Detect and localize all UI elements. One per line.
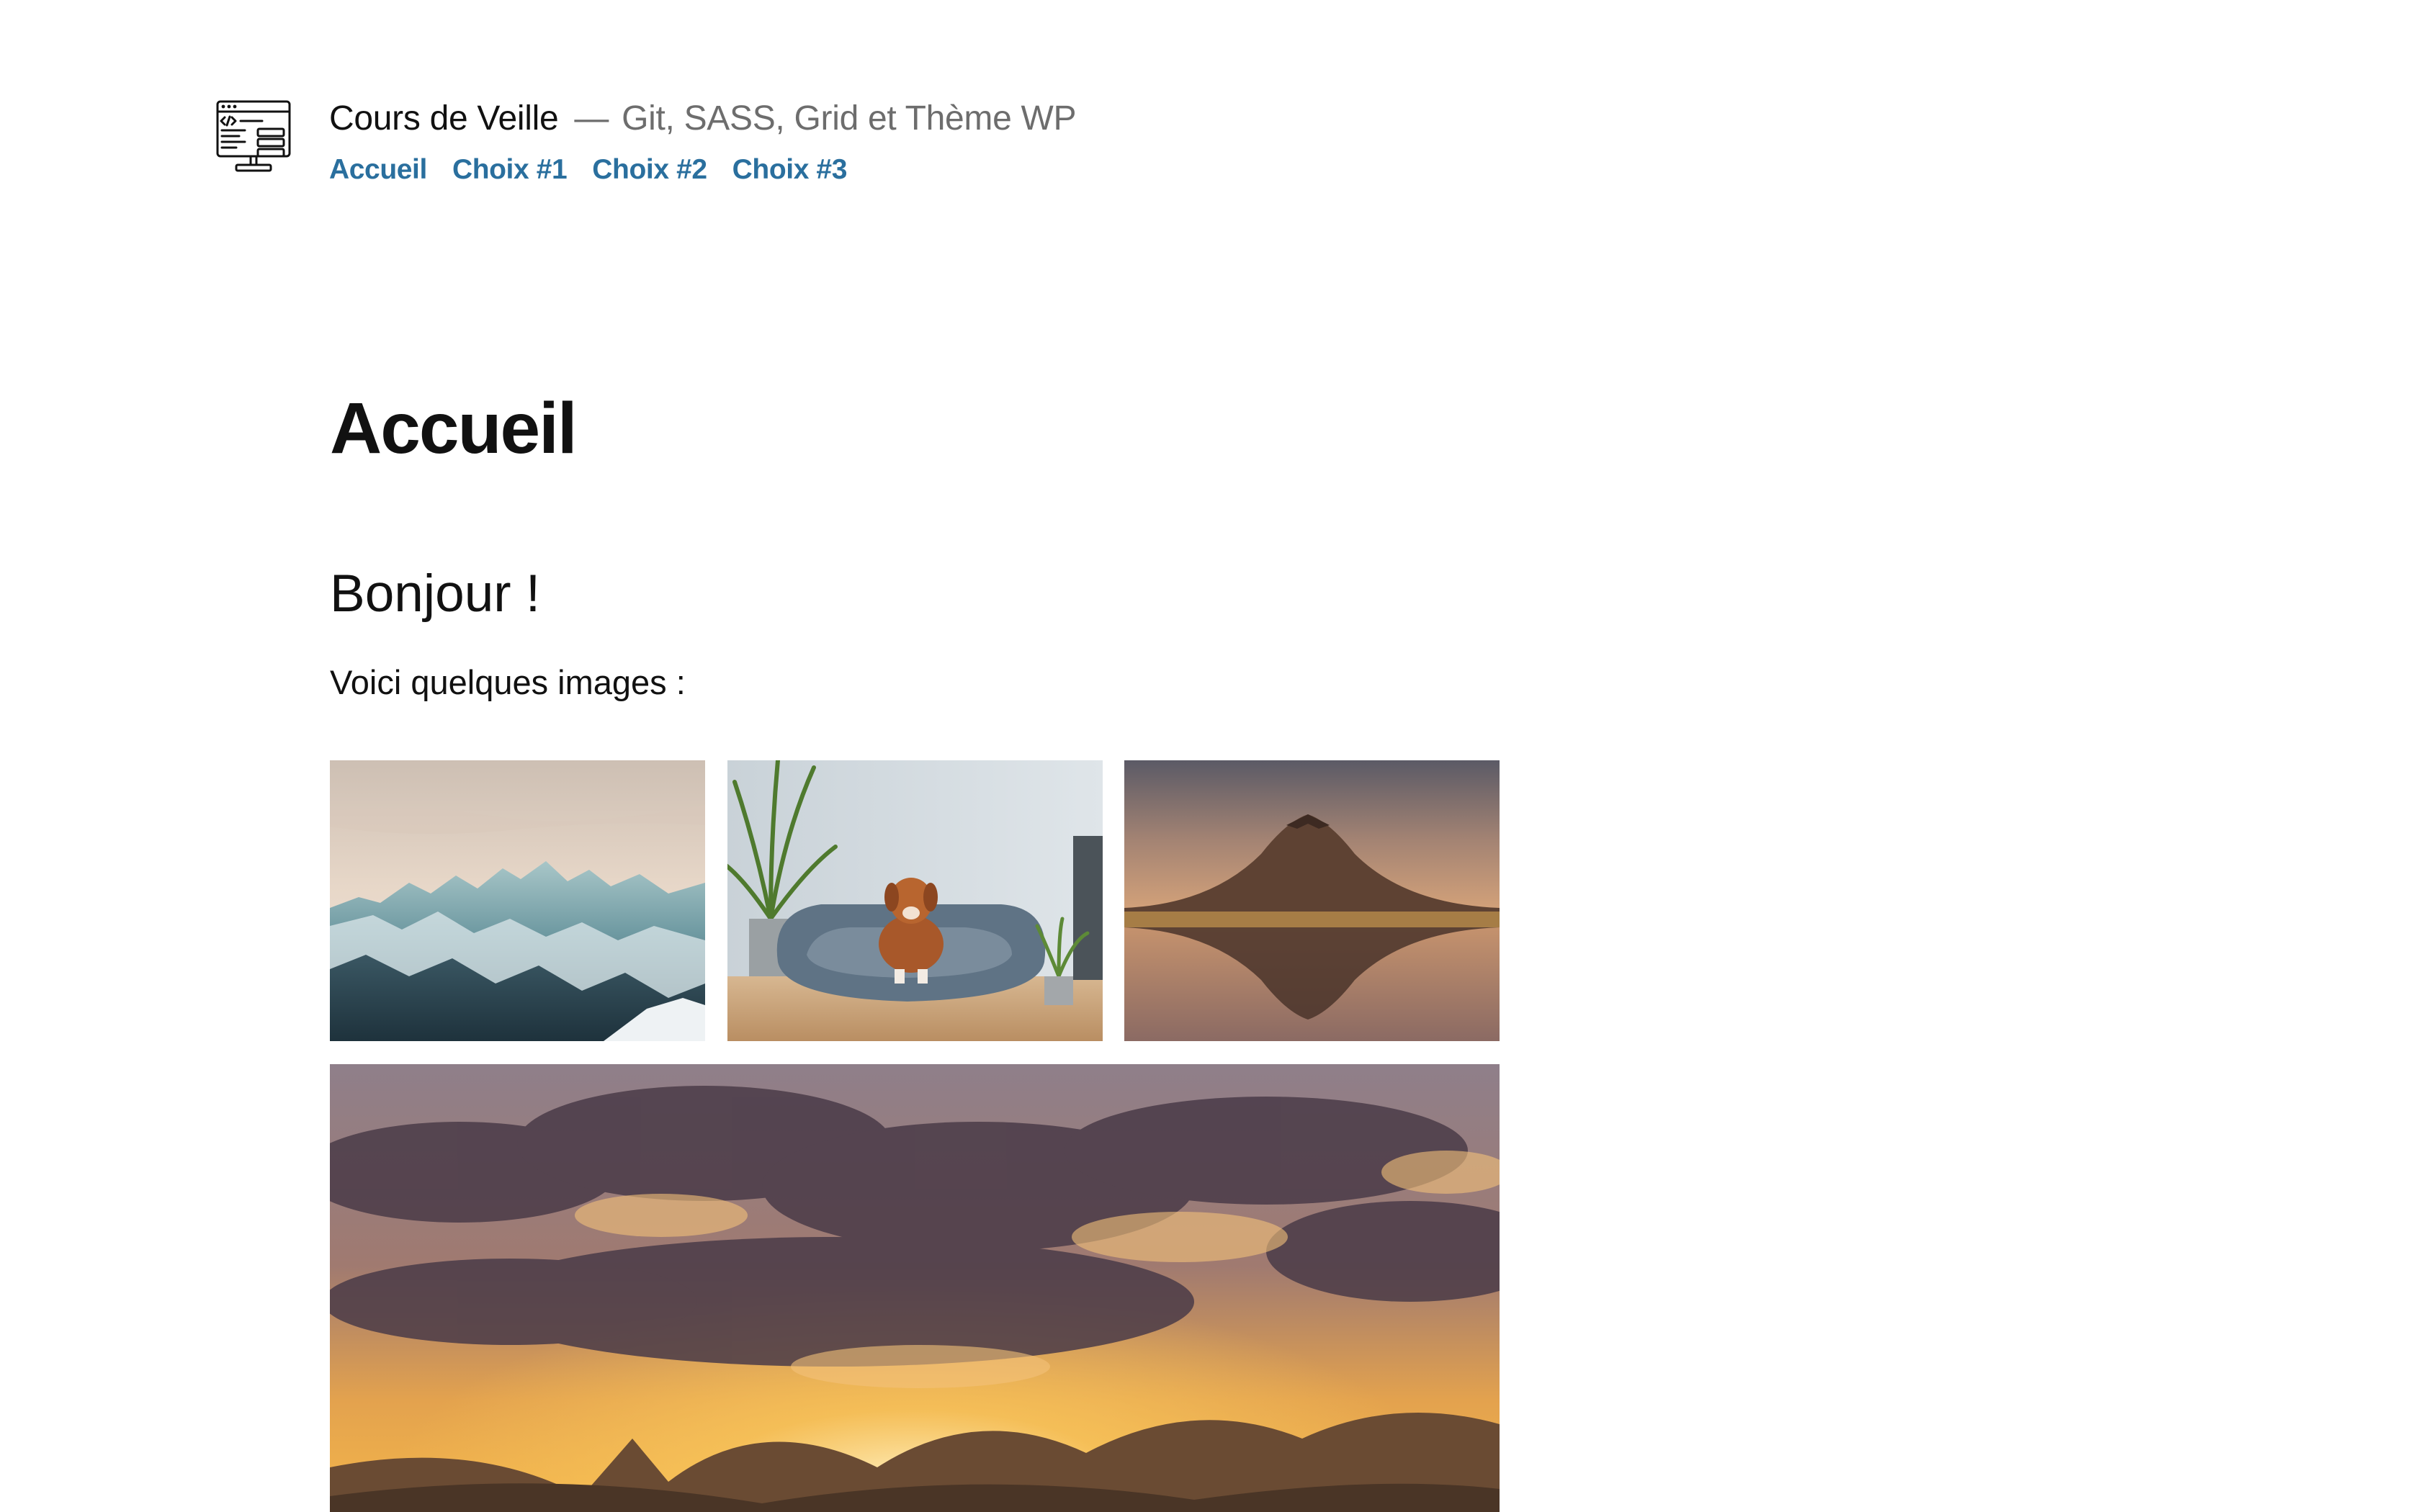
nav-item-accueil[interactable]: Accueil [329,152,427,188]
title-separator: — [574,99,609,138]
code-monitor-icon[interactable] [216,100,291,175]
title-line: Cours de Veille — Git, SASS, Grid et Thème… [329,97,1077,140]
primary-navigation: Accueil Choix #1 Choix #2 Choix #3 [329,152,1076,188]
site-description: Git, SASS, Grid et Thème WP [622,99,1077,138]
site-title[interactable]: Cours de Veille [329,99,559,138]
content-intro: Voici quelques images : [330,663,686,701]
page-title: Accueil [330,388,578,469]
gallery-image-mountains[interactable] [330,760,705,1041]
gallery-image-sunset[interactable] [330,1064,1500,1512]
gallery-image-volcano[interactable] [1124,760,1500,1041]
gallery-image-dog[interactable] [727,760,1103,1041]
nav-item-choix-1[interactable]: Choix #1 [452,152,568,188]
site-header: Cours de Veille — Git, SASS, Grid et Thème… [216,97,1368,198]
nav-item-choix-2[interactable]: Choix #2 [592,152,707,188]
nav-item-choix-3[interactable]: Choix #3 [732,152,848,188]
site-branding: Cours de Veille — Git, SASS, Grid et Thème… [329,97,1077,188]
content-heading: Bonjour ! [330,564,541,623]
